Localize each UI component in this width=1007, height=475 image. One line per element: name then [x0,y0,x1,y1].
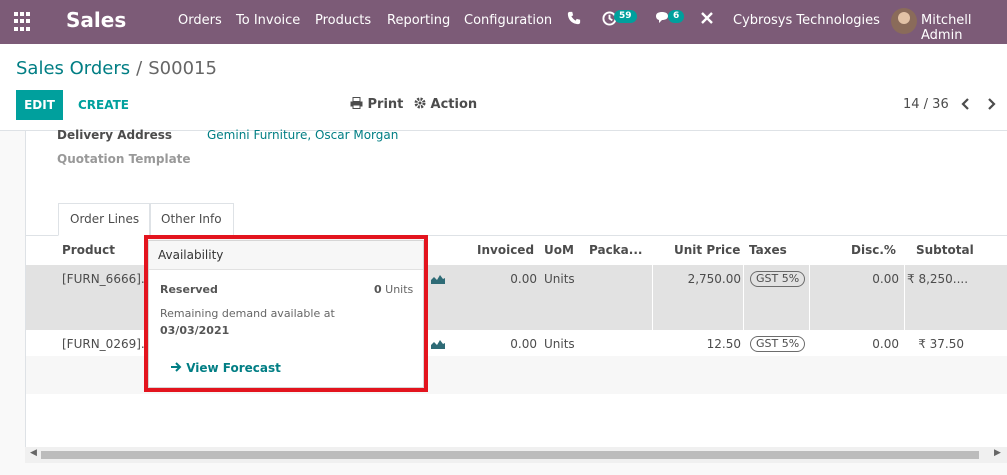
edit-button[interactable]: EDIT [16,90,63,120]
row-2-tax-badge: GST 5% [750,336,806,352]
row-2-discount: 0.00 [872,337,899,351]
row-2-unit-price: 12.50 [706,337,741,351]
company-switcher[interactable]: Cybrosys Technologies [733,13,880,28]
row-2-product[interactable]: [FURN_0269]... [62,337,152,351]
tab-order-lines[interactable]: Order Lines [58,203,152,236]
control-panel: Sales Orders / S00015 EDIT CREATE Print Ac… [0,44,1007,131]
menu-products[interactable]: Products [315,13,371,28]
column-packaging[interactable]: Packa... [589,243,642,257]
menu-configuration[interactable]: Configuration [464,13,552,28]
column-subtotal[interactable]: Subtotal [916,243,974,257]
column-invoiced[interactable]: Invoiced [477,243,534,257]
breadcrumb: Sales Orders / S00015 [16,58,217,79]
row-divider [809,265,810,330]
tab-other-info[interactable]: Other Info [149,203,234,236]
breadcrumb-separator: / [136,58,143,79]
activity-count-badge: 59 [614,10,637,23]
row-2-invoiced: 0.00 [510,337,537,351]
print-icon [350,97,363,109]
app-name[interactable]: Sales [66,8,126,32]
row-divider [904,265,905,330]
scrollbar-thumb[interactable] [41,451,979,459]
print-label: Print [367,97,404,112]
row-1-discount: 0.00 [872,272,899,286]
column-product[interactable]: Product [62,243,115,257]
row-1-invoiced: 0.00 [510,272,537,286]
row-divider [743,265,744,330]
column-taxes[interactable]: Taxes [749,243,787,257]
phone-icon[interactable] [567,11,581,29]
user-menu[interactable]: Mitchell Admin [921,13,1007,43]
row-divider [652,265,653,330]
breadcrumb-sales-orders[interactable]: Sales Orders [16,58,130,79]
action-label: Action [430,97,478,112]
menu-orders[interactable]: Orders [178,13,222,28]
row-2-uom: Units [544,337,575,351]
menu-reporting[interactable]: Reporting [387,13,450,28]
pager-previous-icon[interactable] [960,90,970,120]
messages-count-badge: 6 [668,10,685,23]
create-button[interactable]: CREATE [78,90,129,120]
column-unit-price[interactable]: Unit Price [674,243,740,257]
breadcrumb-current: S00015 [148,58,217,79]
quotation-template-label: Quotation Template [57,152,191,166]
row-1-uom: Units [544,272,575,286]
action-button[interactable]: Action [414,90,477,120]
menu-to-invoice[interactable]: To Invoice [236,13,300,28]
pager-value[interactable]: 14 / 36 [903,90,949,120]
row-1-product[interactable]: [FURN_6666]... [62,272,152,286]
scroll-left-icon[interactable]: ◀ [30,448,37,458]
row-1-tax-badge: GST 5% [750,271,806,287]
app-menu-icon[interactable] [14,12,34,32]
pager-next-icon[interactable] [987,90,997,120]
row-1-subtotal: ₹ 8,250.... [907,272,969,286]
print-button[interactable]: Print [350,90,403,120]
column-discount[interactable]: Disc.% [851,243,896,257]
horizontal-scrollbar[interactable]: ◀ ▶ [25,447,1007,463]
row-2-subtotal: ₹ 37.50 [918,337,964,351]
forecast-chart-icon[interactable] [431,274,445,284]
top-navbar: Sales Orders To Invoice Products Reporti… [0,0,1007,44]
delivery-address-link[interactable]: Gemini Furniture, Oscar Morgan [207,128,398,142]
debug-tools-icon[interactable] [700,11,714,29]
row-1-unit-price: 2,750.00 [687,272,741,286]
forecast-chart-icon[interactable] [431,339,445,349]
delivery-address-label: Delivery Address [57,128,173,142]
gear-icon [414,97,426,109]
scroll-right-icon[interactable]: ▶ [994,448,1001,458]
column-uom[interactable]: UoM [544,243,574,257]
highlight-frame [144,235,428,392]
user-avatar[interactable] [891,8,917,34]
